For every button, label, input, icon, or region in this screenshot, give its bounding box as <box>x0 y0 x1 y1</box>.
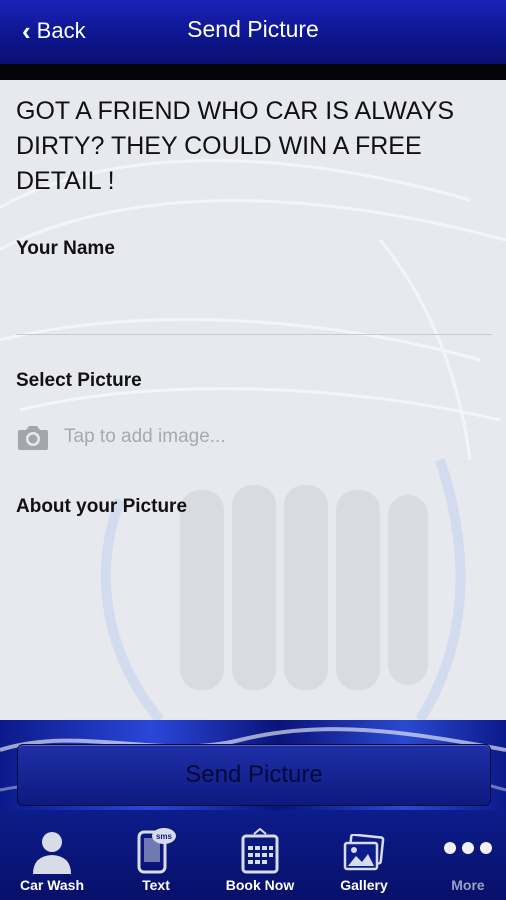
about-picture-label: About your Picture <box>16 496 188 517</box>
tab-label: Text <box>142 877 170 893</box>
image-placeholder: Tap to add image... <box>64 426 226 447</box>
svg-text:sms: sms <box>156 832 173 841</box>
nav-divider <box>0 64 506 80</box>
add-image-button[interactable]: Tap to add image... <box>16 423 226 451</box>
page-title: Send Picture <box>187 16 319 42</box>
tab-label: Gallery <box>340 877 388 893</box>
form-area[interactable]: GOT A FRIEND WHO CAR IS ALWAYS DIRTY? TH… <box>0 80 506 720</box>
tab-label: Car Wash <box>19 877 85 893</box>
calendar-icon <box>241 828 279 874</box>
tab-bar: Car Wash sms Text Book Now Gallery More <box>0 810 506 900</box>
nav-bar: ‹ Back Send Picture <box>0 0 506 64</box>
more-dots-icon <box>444 842 492 854</box>
sms-phone-icon: sms <box>137 828 176 874</box>
tab-car-wash[interactable]: Car Wash <box>2 810 102 900</box>
camera-icon <box>18 426 48 450</box>
gallery-icon <box>343 834 385 871</box>
tab-text[interactable]: sms Text <box>106 810 206 900</box>
promo-headline: GOT A FRIEND WHO CAR IS ALWAYS DIRTY? TH… <box>16 97 455 195</box>
name-input[interactable] <box>16 294 496 332</box>
name-underline <box>16 334 492 335</box>
tab-book-now[interactable]: Book Now <box>210 810 310 900</box>
select-picture-label: Select Picture <box>16 370 142 391</box>
send-picture-button[interactable]: Send Picture <box>17 744 491 806</box>
person-icon <box>33 832 71 874</box>
tab-label: Book Now <box>225 877 295 893</box>
tab-label: More <box>451 877 485 893</box>
name-label: Your Name <box>16 238 115 259</box>
tab-more[interactable]: More <box>418 810 506 900</box>
tab-gallery[interactable]: Gallery <box>314 810 414 900</box>
